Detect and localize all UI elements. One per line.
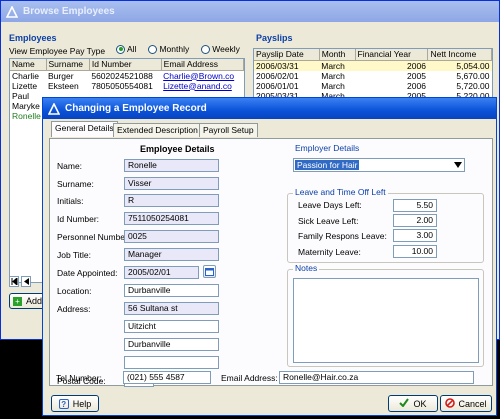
pay-type-label: View Employee Pay Type xyxy=(9,46,106,56)
address-line-3-field[interactable]: Durbanville xyxy=(124,338,219,351)
family-leave-field[interactable]: 3.00 xyxy=(393,229,437,242)
family-leave-label: Family Respons Leave: xyxy=(298,231,387,241)
address-line-4-field[interactable] xyxy=(124,356,219,369)
name-label: Name: xyxy=(57,161,83,171)
checkmark-icon xyxy=(399,398,410,409)
maternity-leave-field[interactable]: 10.00 xyxy=(393,245,437,258)
surname-label: Surname: xyxy=(57,179,94,189)
column-header[interactable]: Nett Income xyxy=(427,49,492,61)
column-header[interactable]: Payslip Date xyxy=(254,49,320,61)
column-header[interactable]: Email Address xyxy=(161,59,244,71)
notes-label: Notes xyxy=(293,263,320,273)
id-number-field[interactable]: 7511050254081 xyxy=(124,212,219,225)
employer-details-label: Employer Details xyxy=(293,143,362,153)
dialog-titlebar[interactable]: Changing a Employee Record xyxy=(43,98,496,119)
cancel-icon xyxy=(445,397,456,410)
maternity-leave-label: Maternity Leave: xyxy=(298,247,361,257)
address-line-1-field[interactable]: 56 Sultana st xyxy=(124,302,219,315)
employees-section-title: Employees xyxy=(9,33,57,43)
chevron-down-icon[interactable] xyxy=(452,159,464,171)
employer-selected-value: Passion for Hair xyxy=(295,160,360,170)
calendar-picker-button[interactable] xyxy=(203,265,216,278)
notes-textarea[interactable] xyxy=(293,278,479,363)
table-row[interactable]: 2006/03/31 March 2006 5,054.00 xyxy=(254,60,492,71)
column-header[interactable]: Name xyxy=(10,59,47,71)
app-logo-icon xyxy=(5,5,19,19)
dialog-title: Changing a Employee Record xyxy=(65,103,207,114)
date-appointed-field[interactable]: 2005/02/01 xyxy=(124,266,199,279)
date-appointed-label: Date Appointed: xyxy=(57,268,118,278)
app-logo-icon xyxy=(47,102,61,116)
payslips-section-title: Payslips xyxy=(256,33,293,43)
tab-strip: General Details Extended Description Pay… xyxy=(49,121,489,139)
first-record-icon[interactable] xyxy=(9,276,19,287)
employer-dropdown[interactable]: Passion for Hair xyxy=(293,158,465,172)
add-icon: + xyxy=(13,296,22,306)
id-number-label: Id Number: xyxy=(57,214,100,224)
general-details-page: Employee Details Name: Ronelle Surname: … xyxy=(49,138,493,387)
radio-monthly[interactable]: Monthly xyxy=(148,44,189,54)
sick-leave-label: Sick Leave Left: xyxy=(298,216,359,226)
tel-number-label: Tel Number: xyxy=(56,373,102,383)
surname-field[interactable]: Visser xyxy=(124,177,219,190)
job-title-field[interactable]: Manager xyxy=(124,248,219,261)
column-header[interactable]: Surname xyxy=(46,59,90,71)
personnel-number-label: Personnel Number: xyxy=(57,232,131,242)
notes-group: Notes xyxy=(287,263,484,367)
column-header[interactable]: Financial Year xyxy=(355,49,429,61)
sick-leave-field[interactable]: 2.00 xyxy=(393,214,437,227)
cancel-button[interactable]: Cancel xyxy=(440,395,492,412)
address-line-2-field[interactable]: Uitzicht xyxy=(124,320,219,333)
leave-days-field[interactable]: 5.50 xyxy=(393,199,437,212)
column-header[interactable]: Id Number xyxy=(89,59,162,71)
employee-details-title: Employee Details xyxy=(140,144,215,154)
pay-type-radio-group: All Monthly Weekly xyxy=(116,44,240,54)
location-field[interactable]: Durbanville xyxy=(124,284,219,297)
personnel-number-field[interactable]: 0025 xyxy=(124,230,219,243)
help-button[interactable]: ? Help xyxy=(51,395,99,412)
job-title-label: Job Title: xyxy=(57,250,92,260)
tab-payroll-setup[interactable]: Payroll Setup xyxy=(199,123,258,137)
radio-weekly[interactable]: Weekly xyxy=(201,44,240,54)
calendar-icon xyxy=(205,268,214,276)
column-header[interactable]: Month xyxy=(319,49,356,61)
radio-all[interactable]: All xyxy=(116,44,136,54)
initials-field[interactable]: R xyxy=(124,194,219,207)
table-row[interactable]: 2006/02/01 March 2005 5,670.00 xyxy=(254,71,492,81)
table-row[interactable]: Charlie Burger 5602024521088 Charlie@Bro… xyxy=(10,70,244,81)
address-label: Address: xyxy=(57,304,91,314)
location-label: Location: xyxy=(57,286,92,296)
help-icon: ? xyxy=(58,398,69,409)
email-address-label: Email Address: xyxy=(221,373,278,383)
name-field[interactable]: Ronelle xyxy=(124,159,219,172)
tel-number-field[interactable]: (021) 555 4587 xyxy=(123,371,211,384)
email-address-field[interactable]: Ronelle@Hair.co.za xyxy=(279,371,474,384)
employee-record-dialog: Changing a Employee Record General Detai… xyxy=(42,97,497,416)
leave-group: Leave and Time Off Left Leave Days Left:… xyxy=(287,187,484,263)
leave-days-label: Leave Days Left: xyxy=(298,200,362,210)
tab-general-details[interactable]: General Details xyxy=(51,121,118,137)
prev-record-icon[interactable] xyxy=(21,276,31,287)
tab-extended-description[interactable]: Extended Description xyxy=(113,123,202,137)
ok-button[interactable]: OK xyxy=(388,395,438,412)
table-row[interactable]: Lizette Eksteen 7805050554081 Lizette@an… xyxy=(10,81,244,91)
leave-group-label: Leave and Time Off Left xyxy=(293,187,388,197)
table-row[interactable]: 2006/01/01 March 2006 5,720.00 xyxy=(254,81,492,91)
browse-window-title: Browse Employees xyxy=(23,6,115,17)
browse-window-titlebar[interactable]: Browse Employees xyxy=(1,1,499,22)
initials-label: Initials: xyxy=(57,196,84,206)
